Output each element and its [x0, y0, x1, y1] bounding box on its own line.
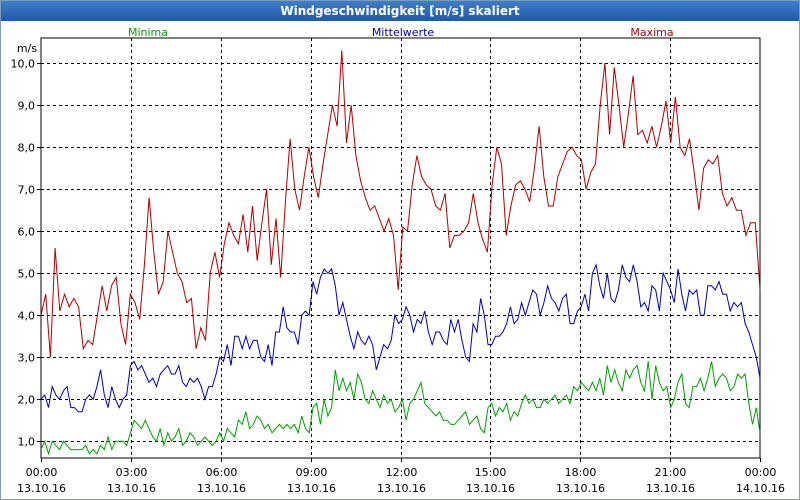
- x-tick-date: 13.10.16: [556, 482, 605, 495]
- y-tick-label: 7,0: [18, 184, 36, 197]
- y-tick-label: 5,0: [18, 268, 36, 281]
- y-tick-label: 1,0: [18, 436, 36, 449]
- x-tick-time: 15:00: [475, 466, 507, 479]
- series-line-maxima: [40, 50, 761, 358]
- y-axis-label: m/s: [17, 42, 37, 55]
- legend-mittelwerte: Mittelwerte: [372, 26, 435, 39]
- y-tick-label: 10,0: [11, 58, 36, 71]
- series-line-mittelwerte: [40, 263, 761, 413]
- x-tick-time: 00:00: [745, 466, 777, 479]
- window-title: Windgeschwindigkeit [m/s] skaliert: [1, 1, 799, 21]
- x-tick-time: 06:00: [206, 466, 238, 479]
- x-tick-time: 09:00: [296, 466, 328, 479]
- x-tick-date: 14.10.16: [736, 482, 785, 495]
- x-tick-time: 00:00: [26, 466, 58, 479]
- legend-maxima: Maxima: [630, 26, 673, 39]
- series-lines: [40, 50, 761, 456]
- chart-window: Windgeschwindigkeit [m/s] skaliert 1,0 2,…: [0, 0, 800, 500]
- x-tick-date: 13.10.16: [17, 482, 66, 495]
- legend-minima: Minima: [128, 26, 168, 39]
- x-tick-time: 21:00: [655, 466, 687, 479]
- x-tick-time: 12:00: [386, 466, 418, 479]
- y-tick-label: 3,0: [18, 352, 36, 365]
- y-tick-label: 6,0: [18, 226, 36, 239]
- x-tick-date: 13.10.16: [377, 482, 426, 495]
- x-tick-date: 13.10.16: [107, 482, 156, 495]
- y-tick-label: 9,0: [18, 100, 36, 113]
- x-tick-date: 13.10.16: [646, 482, 695, 495]
- x-tick-date: 13.10.16: [466, 482, 515, 495]
- series-line-minima: [40, 361, 761, 456]
- x-tick-time: 03:00: [116, 466, 148, 479]
- x-tick-time: 18:00: [565, 466, 597, 479]
- y-tick-label: 4,0: [18, 310, 36, 323]
- legend: Minima Mittelwerte Maxima: [128, 26, 674, 39]
- y-tick-label: 2,0: [18, 394, 36, 407]
- line-chart: 1,0 2,0 3,0 4,0 5,0 6,0 7,0 8,0 9,0 10,0 m/s 00:00 1…: [11, 26, 785, 495]
- axes: 1,0 2,0 3,0 4,0 5,0 6,0 7,0 8,0 9,0 10,0 m/s 00:00 1…: [11, 37, 785, 495]
- x-tick-date: 13.10.16: [287, 482, 336, 495]
- y-tick-label: 8,0: [18, 142, 36, 155]
- x-tick-date: 13.10.16: [197, 482, 246, 495]
